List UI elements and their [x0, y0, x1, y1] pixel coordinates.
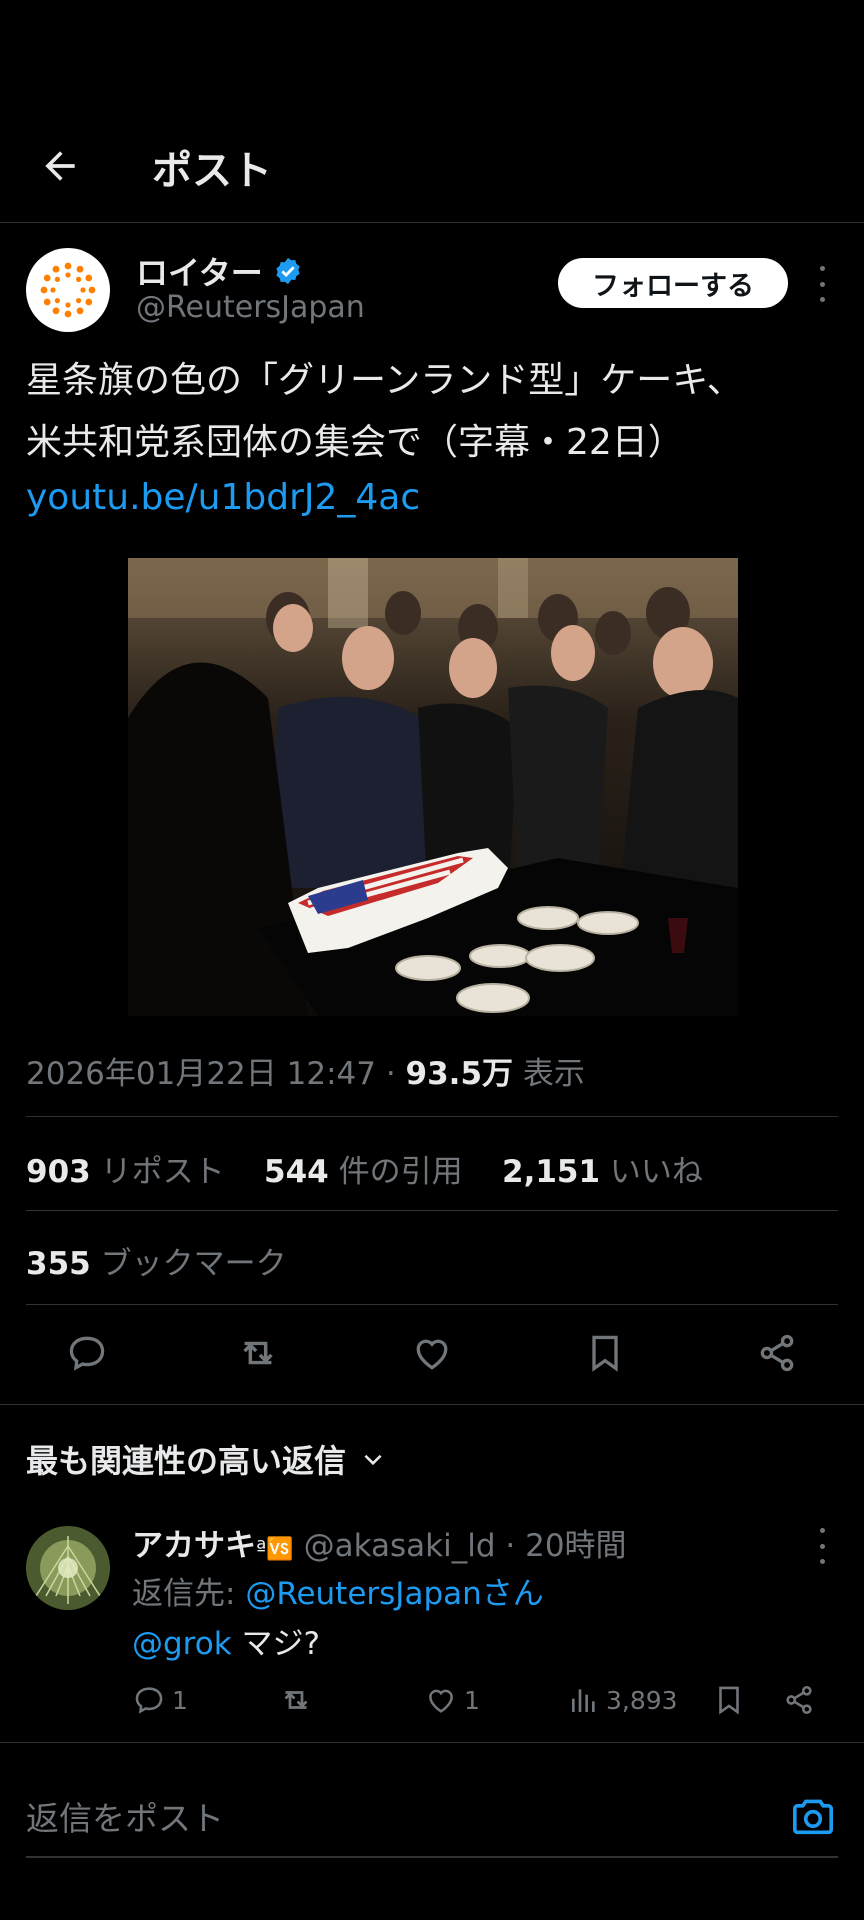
reply-repost-button[interactable]: [278, 1678, 314, 1722]
reply-sort-label: 最も関連性の高い返信: [26, 1442, 347, 1480]
reply-to-link[interactable]: @ReutersJapanさん: [245, 1576, 543, 1612]
post-text: 星条旗の色の「グリーンランド型」ケーキ、 米共和党系団体の集会で（字幕・22日）…: [26, 350, 846, 522]
reply-composer: 返信をポスト: [0, 1762, 864, 1920]
like-icon: [429, 1689, 453, 1713]
reply-bookmark-button[interactable]: [712, 1678, 746, 1722]
author-name-row[interactable]: ロイター: [136, 248, 303, 294]
mention-link[interactable]: @grok: [132, 1626, 232, 1662]
reply-body: マジ?: [231, 1626, 320, 1662]
divider: [26, 1210, 838, 1211]
author-handle[interactable]: @ReutersJapan: [136, 290, 365, 325]
composer-underline: [26, 1856, 838, 1858]
reply-avatar-image: [26, 1526, 110, 1610]
reply-views-button[interactable]: 3,893: [568, 1678, 678, 1722]
reply-to-prefix: 返信先:: [132, 1576, 246, 1612]
post-link[interactable]: youtu.be/u1bdrJ2_4ac: [26, 474, 846, 522]
bookmark-icon[interactable]: [580, 1328, 630, 1378]
reply-icon: [135, 1687, 163, 1714]
reply-handle-time[interactable]: @akasaki_ld · 20時間: [304, 1528, 627, 1564]
share-icon[interactable]: [752, 1328, 802, 1378]
reply-author-name[interactable]: アカサキ: [132, 1528, 256, 1564]
reply-reply-count: 1: [172, 1685, 188, 1715]
reply-icon[interactable]: [62, 1328, 112, 1378]
reply-like-button[interactable]: 1: [424, 1678, 480, 1722]
reply-reply-button[interactable]: 1: [132, 1678, 188, 1722]
post-meta: 2026年01月22日 12:47 · 93.5万 表示: [26, 1048, 585, 1093]
chevron-down-icon: [364, 1454, 382, 1466]
reuters-avatar[interactable]: [26, 248, 110, 332]
more-options-icon[interactable]: [816, 266, 828, 302]
reply-author-badge: ª🆚: [256, 1537, 294, 1562]
bookmarks-stat[interactable]: 355 ブックマーク: [26, 1238, 287, 1283]
share-icon: [786, 1685, 812, 1715]
divider: [26, 1304, 838, 1305]
divider: [26, 1116, 838, 1117]
reply-action-bar: 1 1 3,893: [132, 1678, 832, 1722]
analytics-icon: [572, 1689, 595, 1712]
engagement-stats: 903 リポスト 544 件の引用 2,151 いいね: [26, 1146, 703, 1191]
post-action-bar: [0, 1328, 864, 1384]
page-title: ポスト: [152, 148, 272, 194]
reply-text: @grok マジ?: [132, 1618, 320, 1663]
like-icon[interactable]: [407, 1328, 457, 1378]
likes-stat[interactable]: 2,151 いいね: [502, 1154, 703, 1190]
post-text-line: 米共和党系団体の集会で（字幕・22日）: [26, 422, 684, 463]
author-name: ロイター: [136, 254, 263, 292]
camera-icon[interactable]: [790, 1796, 836, 1836]
post-image[interactable]: [128, 558, 738, 1016]
bookmark-icon: [719, 1686, 739, 1715]
reuters-logo-icon: [40, 262, 96, 318]
verified-badge-icon: [276, 257, 300, 285]
top-bar: ポスト: [0, 110, 864, 220]
follow-button[interactable]: フォローする: [558, 258, 788, 308]
event-photo-image: [128, 558, 738, 1016]
back-arrow-icon[interactable]: [38, 144, 82, 188]
reply-more-options-icon[interactable]: [816, 1528, 828, 1564]
post-text-line: 星条旗の色の「グリーンランド型」ケーキ、: [26, 360, 743, 401]
quotes-stat[interactable]: 544 件の引用: [264, 1154, 463, 1190]
view-count: 93.5万: [405, 1056, 514, 1092]
reply-header: アカサキª🆚 @akasaki_ld · 20時間: [132, 1520, 627, 1565]
divider: [0, 222, 864, 223]
reply-view-count: 3,893: [606, 1685, 678, 1715]
repost-icon[interactable]: [233, 1328, 283, 1378]
reposts-stat[interactable]: 903 リポスト: [26, 1154, 225, 1190]
repost-icon: [284, 1691, 308, 1709]
reply-avatar[interactable]: [26, 1526, 110, 1610]
reply-like-count: 1: [464, 1685, 480, 1715]
divider: [0, 1742, 864, 1743]
reply-share-button[interactable]: [782, 1678, 816, 1722]
view-label: 表示: [522, 1056, 585, 1092]
post-timestamp: 2026年01月22日 12:47 ·: [26, 1056, 396, 1092]
reply-to: 返信先: @ReutersJapanさん: [132, 1568, 544, 1613]
reply-input[interactable]: 返信をポスト: [26, 1792, 224, 1840]
reply-sort-dropdown[interactable]: 最も関連性の高い返信: [26, 1436, 386, 1482]
divider: [0, 1404, 864, 1405]
